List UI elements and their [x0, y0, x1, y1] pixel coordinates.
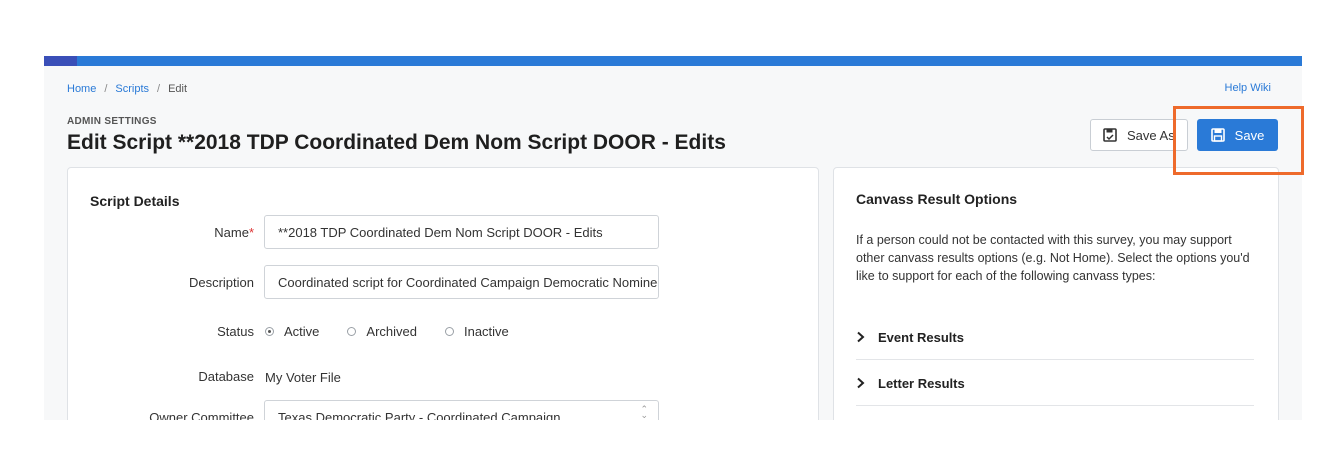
save-label: Save — [1234, 127, 1265, 143]
save-as-button[interactable]: Save As — [1090, 119, 1188, 151]
status-radio-inactive[interactable]: Inactive — [444, 324, 509, 339]
status-option-label: Inactive — [463, 324, 509, 339]
status-radio-group: Active Archived Inactive — [265, 324, 537, 339]
name-label-text: Name — [214, 225, 249, 240]
breadcrumb-separator: / — [104, 83, 108, 95]
canvass-title: Canvass Result Options — [856, 191, 1018, 207]
script-details-title: Script Details — [90, 193, 180, 209]
accordion-letter-results[interactable]: Letter Results — [856, 361, 1254, 406]
save-button[interactable]: Save — [1197, 119, 1278, 151]
chevron-right-icon — [856, 331, 866, 343]
status-option-label: Archived — [366, 324, 417, 339]
select-updown-icon: ⌃ ⌄ — [640, 404, 648, 420]
status-option-label: Active — [284, 324, 320, 339]
chevron-right-icon — [856, 377, 866, 389]
breadcrumb: Home / Scripts / Edit — [67, 83, 187, 95]
owner-committee-select[interactable]: Texas Democratic Party - Coordinated Cam… — [264, 400, 659, 420]
help-wiki-link[interactable]: Help Wiki — [1225, 82, 1271, 94]
accordion-label: Event Results — [878, 329, 964, 345]
database-value: My Voter File — [265, 370, 341, 385]
accordion-event-results[interactable]: Event Results — [856, 315, 1254, 360]
page-eyebrow: ADMIN SETTINGS — [67, 116, 157, 127]
page-title: Edit Script **2018 TDP Coordinated Dem N… — [67, 131, 726, 154]
status-radio-archived[interactable]: Archived — [347, 324, 417, 339]
save-as-label: Save As — [1127, 127, 1175, 143]
description-label: Description — [188, 275, 254, 290]
script-details-card: Script Details Name* **2018 TDP Coordina… — [67, 167, 819, 420]
canvass-description: If a person could not be contacted with … — [856, 233, 1250, 283]
top-nav-bar — [44, 56, 1302, 66]
app-window: Home / Scripts / Edit Help Wiki ADMIN SETTIN… — [44, 56, 1302, 420]
description-input[interactable]: Coordinated script for Coordinated Campa… — [264, 265, 659, 299]
canvass-result-options-card: Canvass Result Options If a person could… — [833, 167, 1279, 420]
breadcrumb-current: Edit — [168, 83, 188, 95]
name-input[interactable]: **2018 TDP Coordinated Dem Nom Script DO… — [264, 215, 659, 249]
database-label: Database — [198, 369, 254, 384]
radio-unselected-icon — [444, 327, 454, 336]
breadcrumb-home-link[interactable]: Home — [67, 83, 96, 95]
name-label: Name* — [84, 225, 254, 240]
breadcrumb-scripts-link[interactable]: Scripts — [115, 83, 149, 95]
accordion-label: Letter Results — [878, 375, 965, 391]
owner-committee-label: Owner Committee — [149, 410, 254, 420]
floppy-disk-icon — [1210, 128, 1225, 142]
owner-committee-value: Texas Democratic Party - Coordinated Cam… — [278, 409, 561, 421]
status-label: Status — [217, 324, 254, 339]
required-marker: * — [248, 225, 254, 240]
status-radio-active[interactable]: Active — [265, 324, 319, 339]
save-as-icon — [1103, 128, 1117, 142]
top-nav-accent — [44, 56, 77, 66]
radio-unselected-icon — [347, 327, 357, 336]
radio-selected-icon — [265, 327, 274, 336]
breadcrumb-separator: / — [157, 83, 161, 95]
